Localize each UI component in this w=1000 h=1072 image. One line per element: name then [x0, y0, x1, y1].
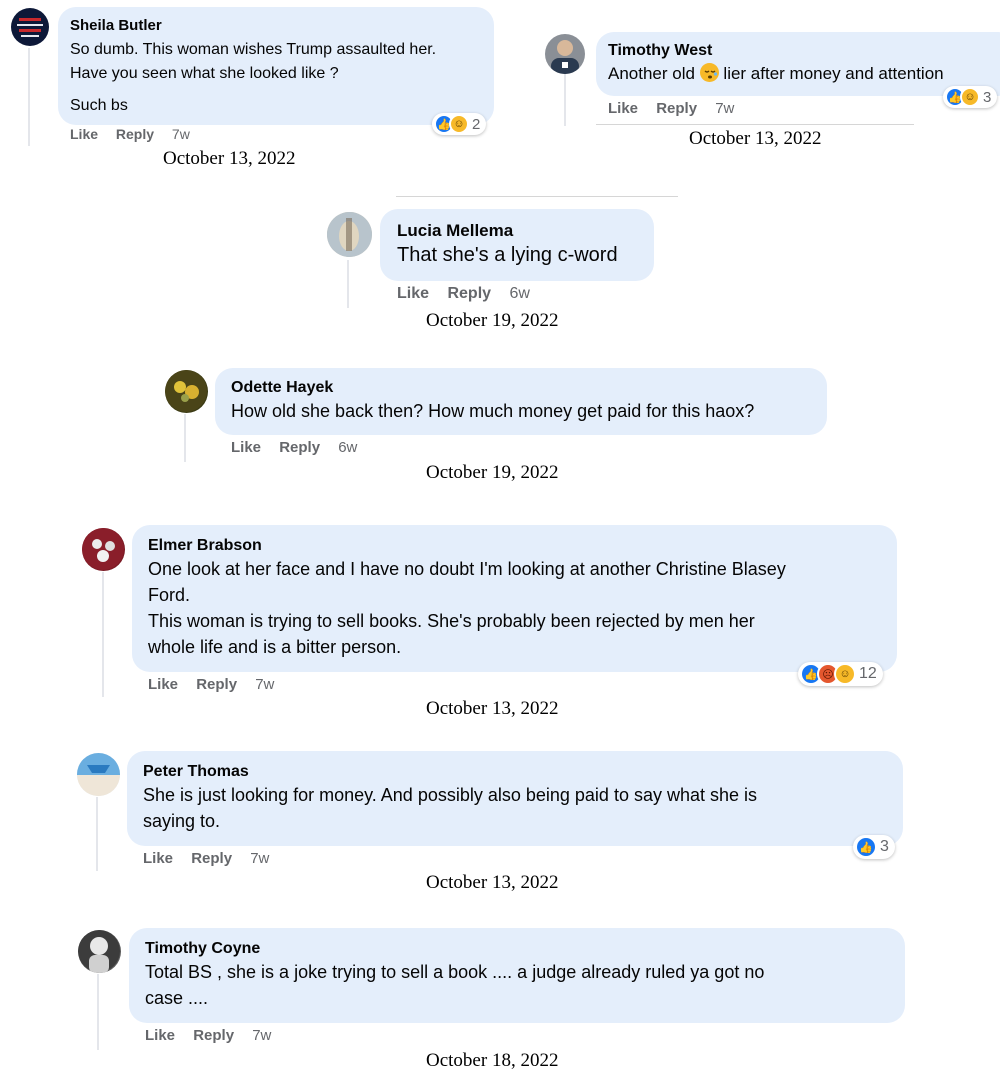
avatar[interactable] — [77, 753, 120, 796]
comment-actions: Like Reply 6w — [231, 439, 371, 456]
comment-actions: Like Reply 7w — [70, 126, 204, 142]
reaction-summary[interactable]: 👍 ☺ 3 — [943, 86, 998, 108]
comment-text-line: Have you seen what she looked like ? — [70, 65, 339, 82]
comment-bubble: Elmer Brabson One look at her face and I… — [132, 525, 897, 672]
reply-button[interactable]: Reply — [196, 676, 237, 693]
reply-button[interactable]: Reply — [656, 100, 697, 117]
divider — [596, 124, 914, 125]
comment-bubble: Lucia Mellema That she's a lying c-word — [380, 209, 654, 281]
comment-bubble: Odette Hayek How old she back then? How … — [215, 368, 827, 435]
reply-button[interactable]: Reply — [116, 126, 154, 142]
avatar[interactable] — [11, 8, 49, 46]
comment-text-line: So dumb. This woman wishes Trump assault… — [70, 41, 437, 58]
comment-date: October 19, 2022 — [426, 462, 559, 483]
comment-author[interactable]: Lucia Mellema — [397, 221, 637, 241]
thread-line — [97, 974, 99, 1050]
comment-text-part: Another old — [608, 64, 700, 83]
comment-actions: Like Reply 7w — [143, 850, 283, 867]
avatar[interactable] — [165, 370, 208, 413]
reaction-summary[interactable]: 👍 3 — [853, 835, 895, 859]
comment-author[interactable]: Sheila Butler — [70, 17, 482, 35]
comment-date: October 19, 2022 — [426, 310, 559, 331]
avatar[interactable] — [82, 528, 125, 571]
like-button[interactable]: Like — [231, 439, 261, 456]
reaction-summary[interactable]: 👍 ☹ ☺ 12 — [798, 662, 883, 686]
comment-text-line: She is just looking for money. And possi… — [143, 785, 758, 805]
comment-timestamp[interactable]: 7w — [252, 1027, 271, 1044]
comment-bubble: Timothy West Another old lier after mone… — [596, 32, 1000, 96]
comment-bubble: Sheila Butler So dumb. This woman wishes… — [58, 7, 494, 125]
comment-date: October 13, 2022 — [426, 872, 559, 893]
comment-actions: Like Reply 7w — [148, 676, 288, 693]
comment-actions: Like Reply 7w — [145, 1027, 285, 1044]
comment-timestamp[interactable]: 7w — [250, 850, 269, 867]
haha-reaction-icon: ☺ — [960, 87, 980, 107]
thread-line — [28, 48, 30, 146]
comment-timestamp[interactable]: 7w — [715, 100, 734, 117]
comment-actions: Like Reply 7w — [608, 100, 748, 117]
reaction-count: 12 — [859, 665, 877, 682]
reply-button[interactable]: Reply — [191, 850, 232, 867]
comment-text-line: Total BS , she is a joke trying to sell … — [145, 962, 765, 982]
like-button[interactable]: Like — [608, 100, 638, 117]
reaction-count: 2 — [472, 115, 481, 133]
like-reaction-icon: 👍 — [855, 836, 877, 858]
thread-line — [102, 572, 104, 697]
comment-author[interactable]: Timothy West — [608, 42, 1000, 60]
comment-text-line: How old she back then? How much money ge… — [231, 401, 755, 421]
thread-line — [347, 260, 349, 308]
reaction-summary[interactable]: 👍 ☺ 2 — [432, 113, 487, 135]
comment-text-line: One look at her face and I have no doubt… — [148, 559, 786, 579]
thread-line — [96, 797, 98, 871]
comment-author[interactable]: Peter Thomas — [143, 762, 887, 781]
comment-actions: Like Reply 6w — [397, 285, 544, 303]
comment-date: October 13, 2022 — [689, 128, 822, 149]
comment-text-line: whole life and is a bitter person. — [148, 637, 402, 657]
comment-date: October 18, 2022 — [426, 1050, 559, 1071]
like-button[interactable]: Like — [397, 285, 429, 302]
comment-date: October 13, 2022 — [163, 148, 296, 169]
reply-button[interactable]: Reply — [447, 285, 491, 302]
comment-text-part: lier after money and attention — [718, 64, 944, 83]
like-button[interactable]: Like — [145, 1027, 175, 1044]
comment-author[interactable]: Odette Hayek — [231, 378, 811, 397]
reaction-count: 3 — [880, 838, 889, 855]
like-button[interactable]: Like — [148, 676, 178, 693]
avatar[interactable] — [545, 34, 585, 74]
comment-text-line: That she's a lying c-word — [397, 244, 618, 266]
comment-bubble: Timothy Coyne Total BS , she is a joke t… — [129, 928, 905, 1023]
comment-text-line — [70, 86, 482, 94]
comment-timestamp[interactable]: 6w — [510, 285, 530, 302]
thread-line — [564, 74, 566, 126]
comment-text-line: saying to. — [143, 811, 221, 831]
comment-text-line: case .... — [145, 988, 209, 1008]
comment-date: October 13, 2022 — [426, 698, 559, 719]
reaction-count: 3 — [983, 88, 992, 106]
comment-author[interactable]: Timothy Coyne — [145, 939, 889, 958]
haha-reaction-icon: ☺ — [449, 114, 469, 134]
comment-timestamp[interactable]: 6w — [338, 439, 357, 456]
comment-timestamp[interactable]: 7w — [172, 126, 190, 142]
avatar[interactable] — [78, 930, 121, 973]
reply-button[interactable]: Reply — [193, 1027, 234, 1044]
haha-reaction-icon: ☺ — [834, 663, 856, 685]
reply-button[interactable]: Reply — [279, 439, 320, 456]
divider — [396, 196, 678, 197]
comment-timestamp[interactable]: 7w — [255, 676, 274, 693]
comment-author[interactable]: Elmer Brabson — [148, 536, 881, 555]
avatar[interactable] — [327, 212, 372, 257]
sleepy-face-emoji-icon — [699, 63, 719, 82]
comment-text-line: Ford. — [148, 585, 191, 605]
comment-bubble: Peter Thomas She is just looking for mon… — [127, 751, 903, 846]
like-button[interactable]: Like — [143, 850, 173, 867]
comment-text-line: This woman is trying to sell books. She'… — [148, 611, 755, 631]
comment-text-line: Such bs — [70, 97, 128, 114]
thread-line — [184, 414, 186, 462]
like-button[interactable]: Like — [70, 126, 98, 142]
